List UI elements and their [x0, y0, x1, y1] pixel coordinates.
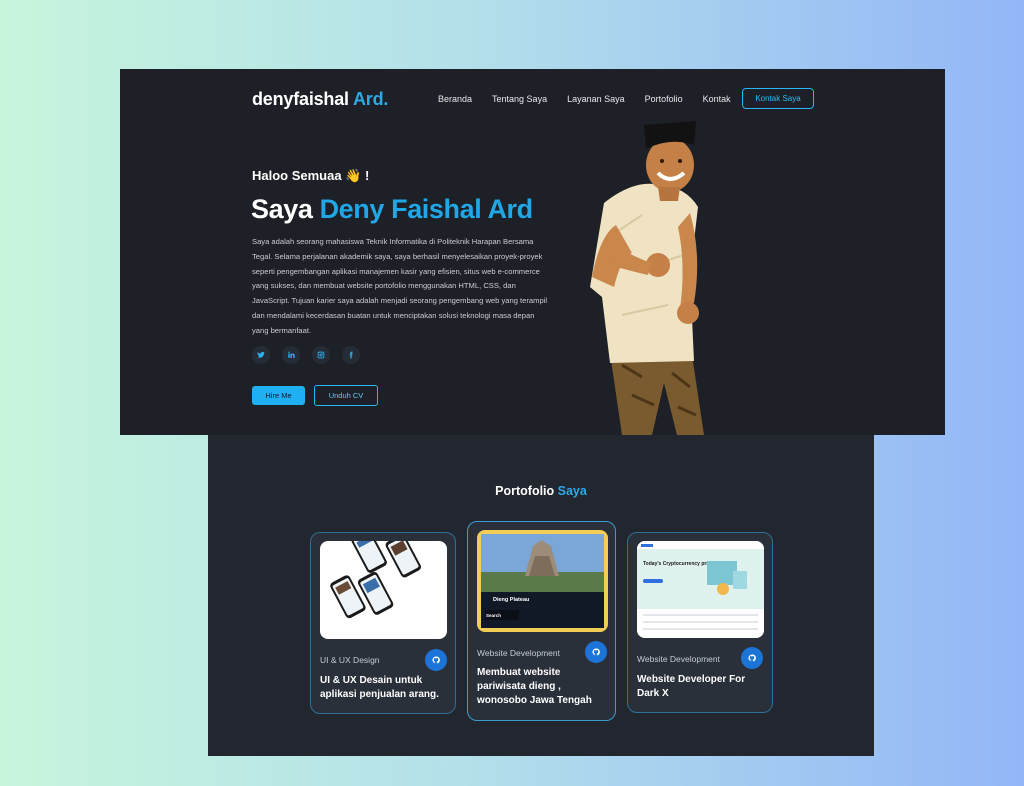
card-category: Website Development	[637, 654, 720, 664]
twitter-icon	[257, 351, 265, 358]
card-category: UI & UX Design	[320, 655, 380, 665]
app-mockup-image	[330, 541, 421, 619]
card-thumbnail: Today's Cryptocurrency prices	[637, 541, 764, 638]
thumb-heading: Today's Cryptocurrency prices	[643, 561, 716, 567]
facebook-icon	[349, 351, 353, 359]
card-category: Website Development	[477, 648, 560, 658]
github-icon	[748, 654, 756, 662]
linkedin-icon	[288, 351, 295, 358]
portfolio-card-dark-x[interactable]: Today's Cryptocurrency prices Website De…	[627, 532, 773, 713]
facebook-link[interactable]	[342, 346, 360, 364]
download-cv-button[interactable]: Unduh CV	[314, 385, 378, 406]
thumb-search-label: Search	[486, 613, 501, 618]
social-links	[252, 346, 360, 364]
nav-tentang-saya[interactable]: Tentang Saya	[492, 94, 547, 104]
nav-kontak[interactable]: Kontak	[703, 94, 731, 104]
hire-me-button[interactable]: Hire Me	[252, 386, 305, 405]
card-thumbnail	[320, 541, 447, 639]
nav-portofolio[interactable]: Portofolio	[645, 94, 683, 104]
dieng-website-image: Dieng Plateau Search	[481, 534, 604, 628]
card-title: Website Developer For Dark X	[637, 674, 746, 699]
brand-accent: Ard.	[352, 89, 389, 109]
github-icon	[592, 648, 600, 656]
greeting: Haloo Semuaa 👋 !	[252, 168, 370, 183]
nav-layanan-saya[interactable]: Layanan Saya	[567, 94, 625, 104]
portfolio-title-prefix: Portofolio	[495, 484, 555, 498]
crypto-website-image: Today's Cryptocurrency prices	[637, 541, 764, 638]
main-nav: Beranda Tentang Saya Layanan Saya Portof…	[438, 94, 731, 104]
contact-button[interactable]: Kontak Saya	[742, 88, 814, 109]
github-icon	[432, 656, 440, 664]
portfolio-title-accent: Saya	[557, 484, 587, 498]
card-github-button[interactable]	[425, 649, 447, 671]
card-title: UI & UX Desain untuk aplikasi penjualan …	[320, 675, 439, 700]
portfolio-title: Portofolio Saya	[208, 484, 874, 498]
instagram-icon	[317, 351, 325, 359]
twitter-link[interactable]	[252, 346, 270, 364]
card-title: Membuat website pariwisata dieng , wonos…	[477, 667, 592, 706]
instagram-link[interactable]	[312, 346, 330, 364]
brand-name: denyfaishal	[252, 89, 349, 109]
profile-photo	[590, 121, 704, 435]
nav-beranda[interactable]: Beranda	[438, 94, 472, 104]
portfolio-card-dieng[interactable]: Dieng Plateau Search Website Development…	[467, 521, 616, 721]
card-github-button[interactable]	[741, 647, 763, 669]
headline-prefix: Saya	[251, 194, 313, 224]
portfolio-card-uiux[interactable]: UI & UX Design UI & UX Desain untuk apli…	[310, 532, 456, 714]
hero-section: denyfaishal Ard. Beranda Tentang Saya La…	[120, 69, 945, 435]
headline-name: Deny Faishal Ard	[319, 194, 534, 224]
portfolio-section: Portofolio Saya UI & UX Design UI & UX D…	[208, 435, 874, 756]
card-github-button[interactable]	[585, 641, 607, 663]
linkedin-link[interactable]	[282, 346, 300, 364]
thumb-heading: Dieng Plateau	[493, 597, 529, 603]
intro-paragraph: Saya adalah seorang mahasiswa Teknik Inf…	[252, 237, 548, 335]
card-thumbnail: Dieng Plateau Search	[477, 530, 608, 632]
brand-logo[interactable]: denyfaishal Ard.	[252, 89, 388, 110]
hero-headline: Saya Deny Faishal Ard	[251, 194, 533, 225]
